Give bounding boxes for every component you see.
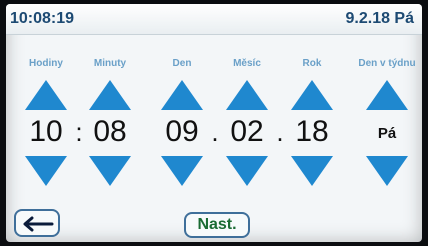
triangle-up-icon: [366, 80, 408, 110]
year-down-button[interactable]: [289, 154, 335, 188]
triangle-down-icon: [226, 156, 268, 186]
label-hours: Hodiny: [29, 58, 63, 69]
set-button[interactable]: Nast.: [184, 212, 250, 238]
time-separator: :: [75, 117, 83, 147]
minutes-up-button[interactable]: [87, 78, 133, 112]
date-separator: .: [211, 117, 219, 147]
month-value: 02: [230, 115, 264, 148]
label-minutes: Minuty: [93, 58, 127, 69]
year-value: 18: [295, 115, 329, 148]
hours-down-button[interactable]: [23, 154, 69, 188]
triangle-up-icon: [89, 80, 131, 110]
current-date: 9.2.18 Pá: [345, 10, 415, 27]
triangle-up-icon: [291, 80, 333, 110]
hours-value: 10: [29, 115, 63, 148]
minutes-down-button[interactable]: [87, 154, 133, 188]
label-day: Den: [172, 58, 192, 69]
label-weekday: Den v týdnu: [358, 58, 416, 69]
day-value: 09: [165, 115, 199, 148]
day-up-button[interactable]: [159, 78, 205, 112]
triangle-up-icon: [25, 80, 67, 110]
minutes-value: 08: [93, 115, 127, 148]
status-bar: 10:08:19 9.2.18 Pá: [6, 4, 422, 35]
weekday-up-button[interactable]: [364, 78, 410, 112]
weekday-value: Pá: [377, 125, 397, 142]
screen: 10:08:19 9.2.18 Pá Hodiny 10 : Minuty 08…: [6, 4, 422, 242]
triangle-up-icon: [226, 80, 268, 110]
month-up-button[interactable]: [224, 78, 270, 112]
triangle-down-icon: [366, 156, 408, 186]
year-up-button[interactable]: [289, 78, 335, 112]
back-button[interactable]: [14, 209, 60, 237]
month-down-button[interactable]: [224, 154, 270, 188]
triangle-down-icon: [25, 156, 67, 186]
label-month: Měsíc: [233, 58, 261, 69]
day-down-button[interactable]: [159, 154, 205, 188]
weekday-down-button[interactable]: [364, 154, 410, 188]
triangle-up-icon: [161, 80, 203, 110]
current-time: 10:08:19: [10, 10, 75, 27]
arrow-left-icon: [23, 216, 54, 232]
triangle-down-icon: [89, 156, 131, 186]
triangle-down-icon: [161, 156, 203, 186]
hours-up-button[interactable]: [23, 78, 69, 112]
label-year: Rok: [302, 58, 322, 69]
triangle-down-icon: [291, 156, 333, 186]
date-separator: .: [276, 117, 284, 147]
